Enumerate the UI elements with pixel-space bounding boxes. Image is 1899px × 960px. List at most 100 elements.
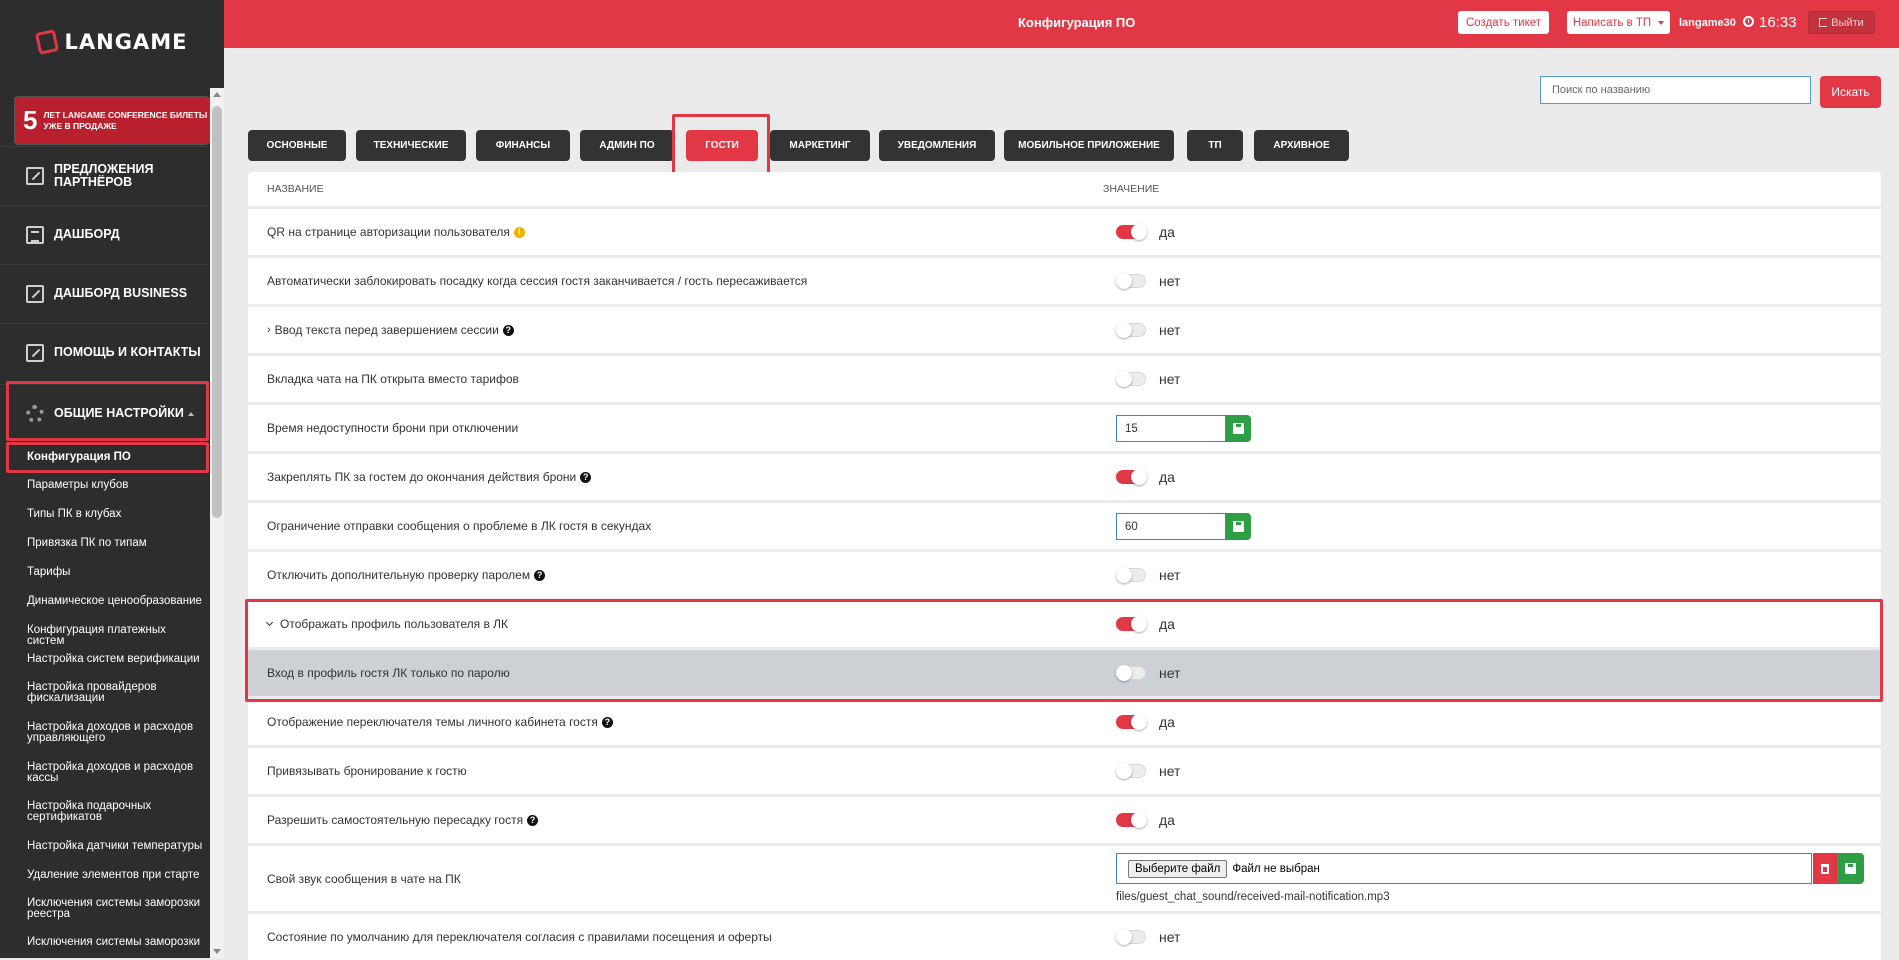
help-icon[interactable]: ? [502, 324, 514, 336]
scroll-thumb[interactable] [212, 106, 222, 518]
save-button[interactable] [1837, 853, 1864, 884]
search-input[interactable] [1540, 76, 1811, 104]
column-header-name: НАЗВАНИЕ [267, 183, 324, 195]
toggle-switch[interactable] [1116, 763, 1146, 779]
toggle-switch[interactable] [1116, 273, 1146, 289]
sidebar-item-partners[interactable]: ПРЕДЛОЖЕНИЯ ПАРТНЁРОВ [0, 146, 208, 204]
file-input[interactable]: Выберите файл Файл не выбран [1116, 853, 1812, 884]
sidebar-item-general-settings[interactable]: ОБЩИЕ НАСТРОЙКИ [0, 384, 208, 442]
sidebar-subitem[interactable]: Исключения системы заморозки реестра [27, 897, 205, 920]
setting-name: QR на странице авторизации пользователя … [267, 225, 525, 239]
setting-value: нет [1116, 567, 1180, 583]
scroll-up-icon[interactable] [213, 92, 221, 97]
sidebar-subitem[interactable]: Удаление элементов при старте [27, 869, 205, 881]
sidebar-scrollbar[interactable] [210, 88, 224, 958]
delete-button[interactable] [1813, 853, 1837, 884]
trash-icon [1821, 863, 1829, 874]
setting-value: да [1116, 714, 1175, 730]
help-icon[interactable]: ? [527, 814, 539, 826]
sidebar-subitem[interactable]: Динамическое ценообразование [27, 595, 205, 607]
sidebar-subitem[interactable]: Привязка ПК по типам [27, 537, 205, 549]
scroll-down-icon[interactable] [213, 949, 221, 954]
toggle-switch[interactable] [1116, 714, 1147, 730]
setting-name: Закреплять ПК за гостем до окончания дей… [267, 470, 592, 484]
tab-archive[interactable]: АРХИВНОЕ [1254, 130, 1349, 161]
setting-name[interactable]: › Ввод текста перед завершением сессии ? [267, 323, 514, 337]
setting-name: Разрешить самостоятельную пересадку гост… [267, 813, 539, 827]
setting-value: 60 [1116, 513, 1251, 540]
create-ticket-button[interactable]: Создать тикет [1458, 11, 1549, 34]
sidebar-subitem[interactable]: Настройка доходов и расходов кассы [27, 761, 205, 784]
save-button[interactable] [1226, 513, 1251, 540]
setting-name: Отключить дополнительную проверку пароле… [267, 568, 546, 582]
sidebar-item-dashboard[interactable]: ДАШБОРД [0, 205, 208, 263]
logo[interactable]: LANGAME [0, 0, 224, 84]
sidebar-subitem[interactable]: Настройка систем верификации [27, 653, 205, 665]
help-icon[interactable]: ? [601, 716, 613, 728]
table-row: Состояние по умолчанию для переключателя… [248, 911, 1881, 960]
tab-guests[interactable]: ГОСТИ [686, 130, 758, 161]
tab-technical[interactable]: ТЕХНИЧЕСКИЕ [356, 130, 466, 161]
tab-admin[interactable]: АДМИН ПО [580, 130, 674, 161]
choose-file-button[interactable]: Выберите файл [1128, 859, 1228, 878]
toggle-switch[interactable] [1116, 616, 1147, 632]
sidebar-item-help[interactable]: ПОМОЩЬ И КОНТАКТЫ [0, 323, 208, 381]
tab-tp[interactable]: ТП [1187, 130, 1243, 161]
toggle-switch[interactable] [1116, 224, 1147, 240]
logout-icon [1819, 18, 1828, 27]
chevron-right-icon[interactable]: › [267, 324, 271, 336]
sidebar-subitem[interactable]: Параметры клубов [27, 479, 205, 491]
help-icon[interactable]: ? [534, 569, 546, 581]
toggle-value: да [1159, 616, 1175, 632]
write-tp-dropdown[interactable]: Написать в ТП [1567, 11, 1670, 34]
toggle-switch[interactable] [1116, 812, 1147, 828]
sidebar: LANGAME 5 лет Langame conference билеты … [0, 0, 224, 958]
sidebar-subitem[interactable]: Конфигурация ПО [27, 451, 205, 463]
sidebar-subitem[interactable]: Настройка подарочных сертификатов [27, 800, 205, 823]
tab-marketing[interactable]: МАРКЕТИНГ [770, 130, 870, 161]
sidebar-item-dashboard-business[interactable]: ДАШБОРД BUSINESS [0, 264, 208, 322]
sidebar-subitem[interactable]: Исключения системы заморозки [27, 936, 205, 948]
sidebar-subitem[interactable]: Типы ПК в клубах [27, 508, 205, 520]
chevron-down-icon[interactable] [265, 618, 274, 627]
info-icon[interactable]: ! [513, 226, 525, 238]
toggle-switch[interactable] [1116, 469, 1147, 485]
tab-finance[interactable]: ФИНАНСЫ [476, 130, 570, 161]
table-row: Закреплять ПК за гостем до окончания дей… [248, 451, 1881, 500]
sidebar-subitem[interactable]: Настройка провайдеров фискализации [27, 681, 205, 704]
tab-basic[interactable]: ОСНОВНЫЕ [248, 130, 346, 161]
sidebar-item-label: ПОМОЩЬ И КОНТАКТЫ [54, 345, 201, 359]
setting-label: Отображать профиль пользователя в ЛК [280, 617, 509, 631]
setting-name: Автоматически заблокировать посадку когд… [267, 274, 807, 288]
setting-name: Вкладка чата на ПК открыта вместо тарифо… [267, 372, 519, 386]
user-name[interactable]: langame30 [1679, 17, 1736, 29]
number-input[interactable]: 60 [1116, 513, 1226, 540]
save-button[interactable] [1226, 415, 1251, 442]
sidebar-subitem[interactable]: Настройка доходов и расходов управляющег… [27, 721, 205, 744]
tab-mobile-app[interactable]: МОБИЛЬНОЕ ПРИЛОЖЕНИЕ [1004, 130, 1174, 161]
setting-name[interactable]: Отображать профиль пользователя в ЛК [265, 617, 509, 631]
toggle-switch[interactable] [1116, 322, 1146, 338]
logout-button[interactable]: Выйти [1808, 11, 1875, 34]
sidebar-subitem[interactable]: Тарифы [27, 566, 205, 578]
toggle-switch[interactable] [1116, 665, 1146, 681]
toggle-switch[interactable] [1116, 567, 1146, 583]
setting-label: Время недоступности брони при отключении [267, 421, 519, 435]
toggle-switch[interactable] [1116, 371, 1146, 387]
setting-value: нет [1116, 371, 1180, 387]
write-tp-label: Написать в ТП [1572, 16, 1652, 29]
tab-notifications[interactable]: УВЕДОМЛЕНИЯ [879, 130, 995, 161]
toggle-value: да [1159, 469, 1175, 485]
number-input[interactable]: 15 [1116, 415, 1226, 442]
floppy-icon [1233, 521, 1244, 532]
search-button[interactable]: Искать [1820, 76, 1881, 108]
toggle-switch[interactable] [1116, 929, 1146, 945]
promo-banner[interactable]: 5 лет Langame conference билеты уже в пр… [14, 96, 210, 145]
sidebar-subitem[interactable]: Настройка датчики температуры [27, 840, 205, 852]
table-row: Отображать профиль пользователя в ЛК да [248, 598, 1881, 647]
table-header: НАЗВАНИЕ ЗНАЧЕНИЕ [248, 172, 1881, 206]
help-icon[interactable]: ? [580, 471, 592, 483]
toggle-value: нет [1159, 665, 1181, 681]
sidebar-subitem[interactable]: Конфигурация платежных систем [27, 624, 205, 647]
clock-time: 16:33 [1759, 14, 1797, 31]
